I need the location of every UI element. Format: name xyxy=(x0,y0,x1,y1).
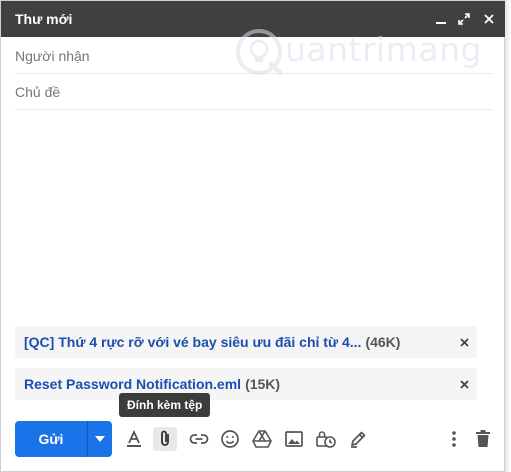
pen-icon xyxy=(351,431,366,448)
discard-draft-button[interactable] xyxy=(471,427,495,451)
attachment-name[interactable]: [QC] Thứ 4 rực rỡ với vé bay siêu ưu đãi… xyxy=(24,334,361,350)
close-icon xyxy=(459,379,469,389)
confidential-mode-button[interactable] xyxy=(314,427,338,451)
trash-icon xyxy=(476,430,490,447)
paperclip-icon xyxy=(161,430,169,446)
insert-signature-button[interactable] xyxy=(346,427,370,451)
more-vert-icon xyxy=(452,431,456,447)
compose-window: Thư mới uantrimang [QC] Thứ 4 rực rỡ với… xyxy=(0,0,506,472)
close-icon xyxy=(459,337,469,347)
drive-icon xyxy=(252,430,272,448)
attachment-chip[interactable]: Reset Password Notification.eml (15K) xyxy=(15,368,477,400)
watermark-logo: uantrimang xyxy=(233,26,481,82)
insert-photo-button[interactable] xyxy=(282,427,306,451)
close-button[interactable] xyxy=(479,9,499,29)
send-button[interactable]: Gửi xyxy=(15,421,87,457)
close-icon xyxy=(484,14,494,24)
remove-attachment-button[interactable] xyxy=(457,335,471,349)
caret-down-icon xyxy=(95,436,105,442)
link-icon xyxy=(189,434,209,444)
remove-attachment-button[interactable] xyxy=(457,377,471,391)
emoji-icon xyxy=(221,430,239,448)
window-edge xyxy=(505,0,511,472)
insert-emoji-button[interactable] xyxy=(218,427,242,451)
minimize-icon xyxy=(436,22,446,24)
attachment-size: (46K) xyxy=(365,334,401,350)
attachment-name[interactable]: Reset Password Notification.eml xyxy=(24,376,241,392)
insert-drive-button[interactable] xyxy=(250,427,274,451)
insert-link-button[interactable] xyxy=(187,427,211,451)
more-options-button[interactable] xyxy=(442,427,466,451)
attach-file-tooltip: Đính kèm tệp xyxy=(119,393,211,417)
lock-clock-icon xyxy=(316,431,336,448)
text-format-icon xyxy=(127,429,141,447)
formatting-button[interactable] xyxy=(122,427,146,451)
attachment-size: (15K) xyxy=(245,376,281,392)
watermark-text: uantrimang xyxy=(285,30,482,69)
compose-title: Thư mới xyxy=(15,11,73,27)
send-button-group: Gửi xyxy=(15,421,112,457)
attachment-chip[interactable]: [QC] Thứ 4 rực rỡ với vé bay siêu ưu đãi… xyxy=(15,326,477,358)
fullscreen-button[interactable] xyxy=(454,9,474,29)
expand-icon xyxy=(458,13,470,25)
send-options-button[interactable] xyxy=(88,421,112,457)
lightbulb-logo-icon xyxy=(236,29,283,76)
attach-file-button[interactable] xyxy=(153,427,177,451)
photo-icon xyxy=(285,431,303,447)
